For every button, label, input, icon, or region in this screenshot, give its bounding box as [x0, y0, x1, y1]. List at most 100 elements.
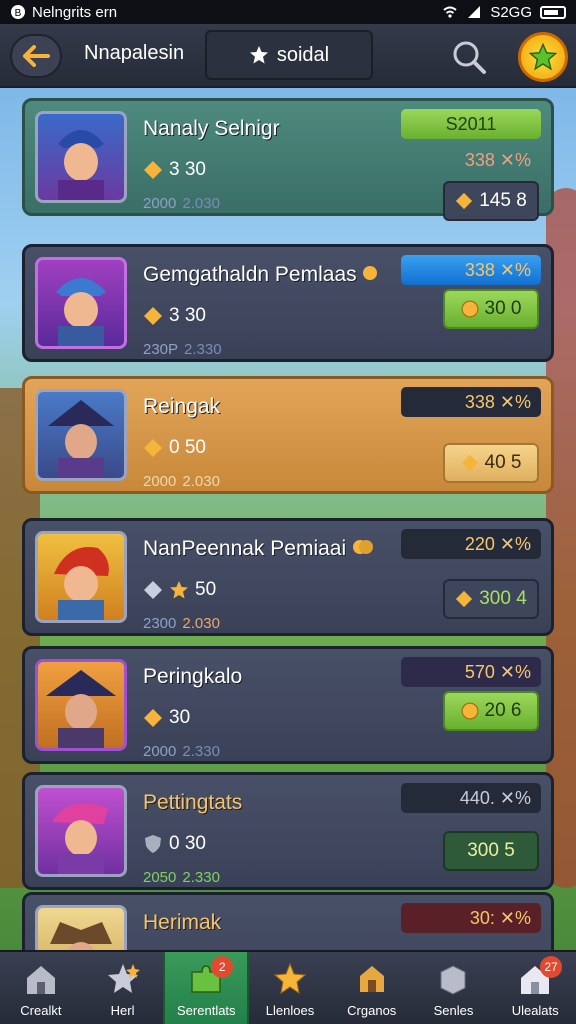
castle-icon [359, 966, 384, 992]
list-item[interactable]: NanPeennak Pemiaai 50 2300 2.030 220 ✕% 3… [22, 518, 554, 636]
wifi-icon [443, 6, 457, 18]
nav-events[interactable]: Llenloes [249, 952, 331, 1024]
coin-icon [363, 266, 378, 280]
sub-value-b: 2.030 [182, 195, 220, 212]
nav-settings[interactable]: Senles [413, 952, 495, 1024]
coin-icon [461, 702, 478, 720]
reward-button[interactable]: 20 6 [443, 691, 539, 731]
nav-label: Llenloes [265, 1003, 315, 1018]
score-chip: 440. ✕% [401, 783, 541, 813]
nav-label: Herl [110, 1003, 135, 1018]
player-stat: 0 50 [143, 437, 206, 459]
gold-diamond-icon [144, 439, 162, 457]
player-name: Gemgathaldn Pemlaas [143, 263, 378, 287]
stat-value: 3 30 [169, 159, 206, 180]
back-button[interactable] [10, 34, 62, 78]
sub-value-a: 2000 [143, 473, 177, 490]
player-stat: 0 30 [143, 833, 206, 855]
reward-button[interactable]: 300 5 [443, 831, 539, 871]
sub-value-a: 2000 [143, 743, 177, 760]
star-icon [107, 964, 140, 993]
reward-value: 20 6 [484, 700, 522, 721]
hero-portrait-icon [46, 670, 116, 748]
gold-diamond-icon [456, 590, 473, 608]
ranking-list[interactable]: Nanaly Selnigr 3 30 2000 2.030 S2011 338 … [14, 94, 562, 950]
player-name: Herimak [143, 911, 222, 934]
player-stat: 30 [143, 707, 190, 729]
social-tab[interactable]: soidal [205, 30, 373, 80]
top-header: Nnapalesin soidal [0, 24, 576, 88]
nav-label: Senles [433, 1003, 474, 1018]
reward-button[interactable]: 145 8 [443, 181, 539, 221]
list-item[interactable]: Peringkalo 30 2000 2.330 570 ✕% 20 6 [22, 646, 554, 764]
star-icon [170, 581, 188, 599]
score-chip: S2011 [401, 109, 541, 139]
sub-values: 230P 2.330 [143, 341, 222, 358]
score-chip: 570 ✕% [401, 657, 541, 687]
player-name: Pettingtats [143, 791, 243, 814]
favorites-button[interactable] [518, 32, 568, 82]
nav-label: Ulealats [511, 1003, 559, 1018]
nav-social[interactable]: 2 Serentlats [163, 952, 250, 1024]
list-item[interactable]: Reingak 0 50 2000 2.030 338 ✕% 40 5 [22, 376, 554, 494]
player-name: Reingak [143, 395, 221, 418]
signal-icon [468, 6, 481, 18]
player-name: Peringkalo [143, 665, 243, 688]
nav-home[interactable]: Crealkt [0, 952, 82, 1024]
green-star-icon [529, 43, 557, 71]
home-icon [26, 966, 55, 994]
sub-values: 2050 2.330 [143, 869, 220, 886]
reward-button[interactable]: 300 4 [443, 579, 539, 619]
sub-value-a: 2000 [143, 195, 177, 212]
avatar [35, 531, 127, 623]
sub-value-a: 230P [143, 341, 179, 358]
status-title: Nelngrits ern [32, 3, 118, 21]
sub-value-b: 2.030 [182, 473, 220, 490]
nav-label: Crganos [347, 1003, 397, 1018]
nav-guild[interactable]: Crganos [331, 952, 413, 1024]
reward-value: 300 4 [479, 588, 527, 609]
status-bar: B Nelngrits ern S2GG [0, 0, 576, 24]
hero-portrait-icon [50, 922, 112, 950]
gold-diamond-icon [144, 307, 162, 325]
hero-portrait-icon [48, 400, 114, 478]
avatar [35, 257, 127, 349]
search-icon[interactable] [446, 36, 490, 76]
list-item[interactable]: Nanaly Selnigr 3 30 2000 2.030 S2011 338 … [22, 98, 554, 221]
player-name: NanPeennak Pemiaai [143, 537, 374, 561]
list-item[interactable]: Herimak 30: ✕% [22, 892, 554, 950]
back-arrow-icon [23, 45, 50, 67]
app-notification-icon: B [11, 5, 25, 19]
list-item[interactable]: Gemgathaldn Pemlaas 3 30 230P 2.330 338 ✕… [22, 244, 554, 362]
nav-mail[interactable]: 27 Ulealats [494, 952, 576, 1024]
bottom-nav: Crealkt Herl 2 Serentlats Llenloes Crgan… [0, 950, 576, 1024]
star-icon [249, 46, 268, 64]
avatar [35, 659, 127, 751]
reward-value: 40 5 [484, 452, 522, 473]
sub-value-a: 2050 [143, 869, 177, 886]
avatar [35, 905, 127, 950]
score-chip: 30: ✕% [401, 903, 541, 933]
coin-icon [461, 300, 478, 318]
reward-button[interactable]: 30 0 [443, 289, 539, 329]
list-item[interactable]: Pettingtats 0 30 2050 2.330 440. ✕% 300 5 [22, 772, 554, 890]
svg-text:B: B [15, 8, 22, 19]
reward-value: 30 0 [484, 298, 522, 319]
notification-badge: 27 [540, 956, 563, 978]
shield-icon [145, 835, 161, 853]
silver-diamond-icon [144, 581, 162, 599]
reward-button[interactable]: 40 5 [443, 443, 539, 483]
gold-diamond-icon [144, 161, 162, 179]
sub-value-b: 2.330 [182, 743, 220, 760]
player-stat: 3 30 [143, 159, 206, 181]
coins-icon [352, 540, 373, 554]
stat-value: 0 30 [169, 833, 206, 854]
gold-diamond-icon [456, 192, 473, 210]
score-chip: 338 ✕% [401, 387, 541, 417]
hero-portrait-icon [56, 278, 106, 346]
page-title: Nnapalesin [84, 42, 185, 64]
avatar [35, 389, 127, 481]
reward-value: 300 5 [467, 840, 515, 861]
player-stat: 50 [143, 579, 216, 601]
nav-hero[interactable]: Herl [82, 952, 164, 1024]
